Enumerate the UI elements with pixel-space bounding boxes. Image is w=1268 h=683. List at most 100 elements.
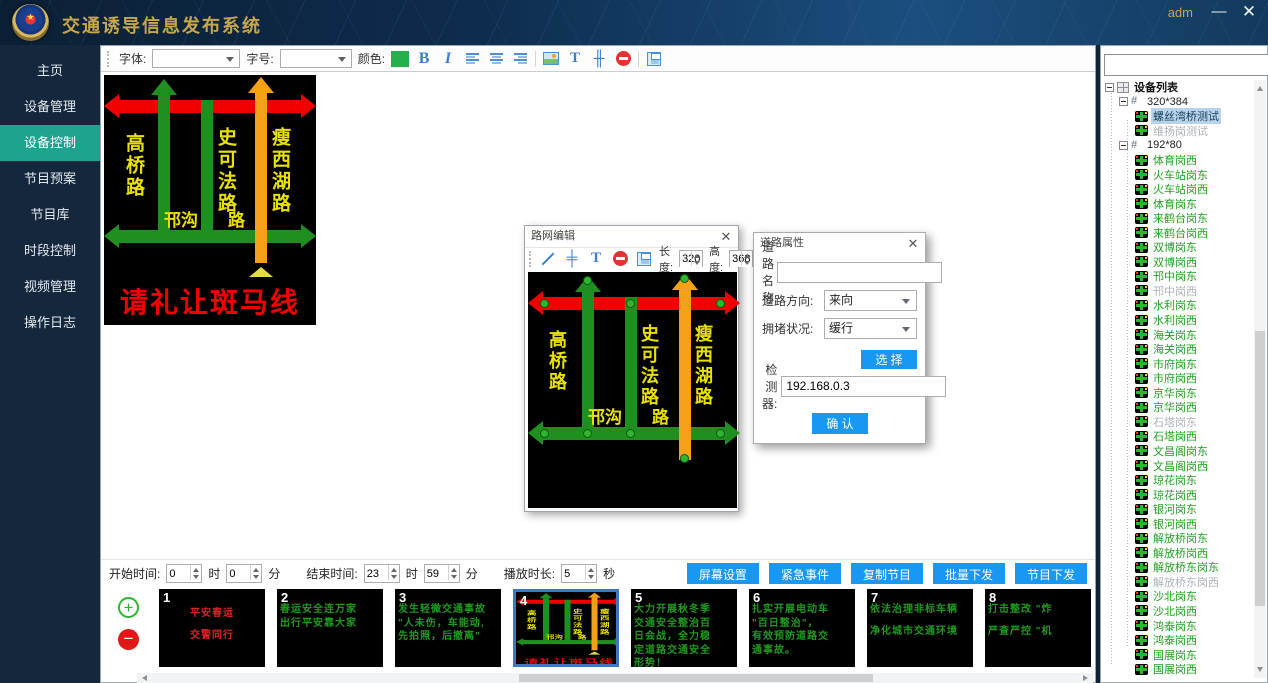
scroll-up-icon[interactable] xyxy=(1257,83,1263,91)
tree-device-item[interactable]: 维扬岗测试 xyxy=(1103,124,1253,139)
end-hour-spinner[interactable] xyxy=(364,564,400,583)
road-handle[interactable] xyxy=(540,429,549,438)
road-handle[interactable] xyxy=(583,276,592,285)
roadnet-tool-button[interactable]: ╫ xyxy=(590,50,608,68)
delete-button[interactable] xyxy=(611,250,629,268)
tree-device-item[interactable]: 沙北岗西 xyxy=(1103,604,1253,619)
detector-input[interactable] xyxy=(781,376,946,397)
start-minute-spinner[interactable] xyxy=(226,564,262,583)
tree-device-item[interactable]: 双博岗西 xyxy=(1103,255,1253,270)
size-select[interactable] xyxy=(280,49,352,68)
tree-device-item[interactable]: 文昌阁岗东 xyxy=(1103,444,1253,459)
text-tool-button[interactable]: T xyxy=(566,50,584,68)
playlist-scrollbar[interactable] xyxy=(137,673,1093,683)
draw-line-button[interactable] xyxy=(539,250,557,268)
save-button[interactable] xyxy=(635,250,653,268)
collapse-icon[interactable] xyxy=(1105,83,1114,92)
road-name-input[interactable] xyxy=(777,262,942,283)
tree-device-item[interactable]: 鸿泰岗东 xyxy=(1103,618,1253,633)
tree-device-item[interactable]: 文昌阁岗西 xyxy=(1103,458,1253,473)
playlist-item[interactable]: 5大力开展秋冬季交通安全整治百日会战，全力稳定道路交通安全形势！ xyxy=(631,589,737,667)
tree-device-item[interactable]: 市府岗东 xyxy=(1103,356,1253,371)
align-right-button[interactable] xyxy=(511,50,529,68)
tree-device-item[interactable]: 水利岗东 xyxy=(1103,298,1253,313)
insert-image-button[interactable] xyxy=(542,50,560,68)
action-button-3[interactable]: 批量下发 xyxy=(933,563,1005,584)
end-minute-input[interactable] xyxy=(425,565,447,582)
playlist-item[interactable]: 4 高桥路 史可法路 瘦西湖路 邗沟 路 请礼让斑马线 xyxy=(513,589,619,667)
tree-device-item[interactable]: 京华岗西 xyxy=(1103,400,1253,415)
text-tool-button[interactable]: T xyxy=(587,250,605,268)
tree-device-item[interactable]: 解放桥东岗东 xyxy=(1103,560,1253,575)
select-detector-button[interactable]: 选 择 xyxy=(861,350,917,369)
duration-spinner[interactable] xyxy=(561,564,597,583)
collapse-icon[interactable] xyxy=(1119,97,1128,106)
tree-device-item[interactable]: 国展岗西 xyxy=(1103,662,1253,677)
scrollbar-thumb[interactable] xyxy=(519,674,873,682)
roadnet-dialog-close-icon[interactable]: ✕ xyxy=(718,226,734,247)
playlist-item[interactable]: 2春运安全连万家出行平安靠大家 xyxy=(277,589,383,667)
tree-group-320*384[interactable]: #320*384 xyxy=(1103,95,1253,110)
minimize-button[interactable]: — xyxy=(1208,2,1230,22)
tree-device-item[interactable]: 来鹤台岗西 xyxy=(1103,225,1253,240)
tree-device-item[interactable]: 海关岗东 xyxy=(1103,327,1253,342)
device-search-input[interactable] xyxy=(1104,54,1268,76)
road-handle[interactable] xyxy=(680,274,689,283)
confirm-button[interactable]: 确 认 xyxy=(812,413,868,434)
sidebar-item-program-plan[interactable]: 节目预案 xyxy=(0,161,100,197)
congestion-select[interactable]: 缓行 xyxy=(824,318,917,339)
tree-device-item[interactable]: 体育岗西 xyxy=(1103,153,1253,168)
tree-device-item[interactable]: 石塔岗西 xyxy=(1103,429,1253,444)
scroll-down-icon[interactable] xyxy=(1257,667,1263,675)
sidebar-item-program-lib[interactable]: 节目库 xyxy=(0,197,100,233)
tree-device-item[interactable]: 解放桥岗西 xyxy=(1103,546,1253,561)
sidebar-item-device-control[interactable]: 设备控制 xyxy=(0,125,100,161)
tree-device-item[interactable]: 海关岗西 xyxy=(1103,342,1253,357)
start-minute-input[interactable] xyxy=(227,565,249,582)
align-center-button[interactable] xyxy=(487,50,505,68)
tree-device-item[interactable]: 螺丝湾桥测试 xyxy=(1103,109,1253,124)
tree-device-item[interactable]: 鸿泰岗西 xyxy=(1103,633,1253,648)
tree-device-item[interactable]: 来鹤台岗东 xyxy=(1103,211,1253,226)
add-program-button[interactable]: + xyxy=(118,597,139,618)
sidebar-item-home[interactable]: 主页 xyxy=(0,53,100,89)
bold-button[interactable]: B xyxy=(415,50,433,68)
color-swatch[interactable] xyxy=(391,51,409,67)
sidebar-item-op-log[interactable]: 操作日志 xyxy=(0,305,100,341)
sidebar-item-time-control[interactable]: 时段控制 xyxy=(0,233,100,269)
save-button[interactable] xyxy=(645,50,663,68)
playlist-item[interactable]: 8打击整改 "炸严查严控 "机 xyxy=(985,589,1091,667)
start-hour-input[interactable] xyxy=(167,565,189,582)
playlist-item[interactable]: 1平安春运交警同行 xyxy=(159,589,265,667)
tree-device-item[interactable]: 京华岗东 xyxy=(1103,385,1253,400)
led-preview[interactable]: 高桥路 史可法路 瘦西湖路 邗沟 路 请礼让斑马线 xyxy=(104,75,316,325)
tree-device-item[interactable]: 邗中岗东 xyxy=(1103,269,1253,284)
end-hour-input[interactable] xyxy=(365,565,387,582)
road-handle[interactable] xyxy=(680,454,689,463)
tree-device-item[interactable]: 银河岗西 xyxy=(1103,516,1253,531)
tree-device-item[interactable]: 国展岗东 xyxy=(1103,647,1253,662)
tree-device-item[interactable]: 邗中岗西 xyxy=(1103,284,1253,299)
scroll-left-icon[interactable] xyxy=(139,675,147,681)
align-left-button[interactable] xyxy=(463,50,481,68)
action-button-4[interactable]: 节目下发 xyxy=(1015,563,1087,584)
tree-root-device-list[interactable]: 设备列表 xyxy=(1103,80,1253,95)
tree-device-item[interactable]: 琼花岗东 xyxy=(1103,473,1253,488)
action-button-0[interactable]: 屏幕设置 xyxy=(687,563,759,584)
road-handle[interactable] xyxy=(716,429,725,438)
playlist-item[interactable]: 6扎实开展电动车"百日整治"，有效预防道路交通事故。 xyxy=(749,589,855,667)
road-handle[interactable] xyxy=(626,429,635,438)
tree-device-item[interactable]: 解放桥东岗西 xyxy=(1103,575,1253,590)
tree-device-item[interactable]: 火车站岗西 xyxy=(1103,182,1253,197)
tree-device-item[interactable]: 琼花岗西 xyxy=(1103,487,1253,502)
delete-button[interactable] xyxy=(614,50,632,68)
roadnet-tool-button[interactable]: ╪ xyxy=(563,250,581,268)
scrollbar-thumb[interactable] xyxy=(1255,331,1265,606)
collapse-icon[interactable] xyxy=(1119,141,1128,150)
road-handle[interactable] xyxy=(583,429,592,438)
length-spinner[interactable] xyxy=(679,250,703,267)
road-handle[interactable] xyxy=(540,299,549,308)
playlist-item[interactable]: 3发生轻微交通事故"人未伤，车能动,先拍照，后撤离" xyxy=(395,589,501,667)
tree-device-item[interactable]: 水利岗西 xyxy=(1103,313,1253,328)
props-dialog-close-icon[interactable]: ✕ xyxy=(905,233,921,254)
